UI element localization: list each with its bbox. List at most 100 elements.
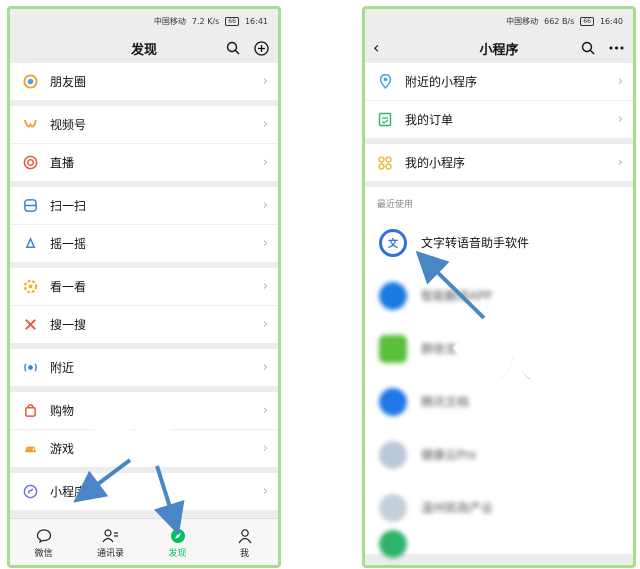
shopping-icon: [22, 403, 38, 419]
menu-item-label: 摇一摇: [50, 237, 87, 251]
menu-group: 视频号 › 直播 ›: [10, 106, 278, 181]
recent-item[interactable]: [365, 530, 633, 558]
tab-chats[interactable]: 微信: [10, 519, 77, 565]
menu-item-label: 直播: [50, 156, 75, 170]
app-logo: [379, 530, 407, 558]
app-logo: [379, 493, 407, 522]
status-bar: 中国移动 7.2 K/s 66 16:41: [10, 9, 278, 33]
annotation-click: 点击: [91, 394, 176, 442]
menu-item-shake[interactable]: 摇一摇 ›: [10, 224, 278, 262]
app-logo: [379, 387, 407, 416]
menu-group: 小程序 ›: [10, 473, 278, 510]
chat-icon: [36, 526, 52, 546]
mini-programs-screen: 中国移动 662 B/s 66 16:40 ‹ 小程序 附近的小程序 › 我的订…: [362, 6, 636, 568]
chevron-right-icon: ›: [262, 236, 268, 251]
chevron-right-icon: ›: [262, 155, 268, 170]
carrier-label: 中国移动: [153, 16, 186, 26]
recent-item[interactable]: 健康云Pro: [365, 428, 633, 481]
recent-item-label: 健康云Pro: [421, 448, 477, 462]
chevron-right-icon: ›: [262, 74, 268, 89]
annotation-enter: 进入: [451, 342, 536, 390]
discover-icon: [170, 526, 186, 546]
menu-group: 我的小程序 ›: [365, 144, 633, 181]
chevron-right-icon: ›: [617, 112, 623, 127]
recent-item[interactable]: 智能翻译APP: [365, 269, 633, 322]
carrier-label: 中国移动: [506, 16, 539, 26]
clock: 16:40: [599, 16, 623, 26]
menu-group: 朋友圈 ›: [10, 63, 278, 100]
app-logo: [379, 281, 407, 310]
chevron-right-icon: ›: [262, 484, 268, 499]
tab-label: 我: [239, 548, 249, 559]
search-icon[interactable]: [579, 39, 597, 57]
me-icon: [237, 526, 253, 546]
menu-item-label: 附近的小程序: [405, 75, 478, 89]
chevron-right-icon: ›: [262, 198, 268, 213]
app-logo: [379, 440, 407, 469]
discover-screen: 中国移动 7.2 K/s 66 16:41 发现 朋友圈 › 视频号 › 直播 …: [7, 6, 281, 568]
recent-item[interactable]: 温州民政产业: [365, 481, 633, 534]
page-title: 发现: [130, 42, 157, 58]
chevron-right-icon: ›: [262, 117, 268, 132]
top-stories-icon: [22, 279, 38, 295]
chevron-right-icon: ›: [262, 403, 268, 418]
tab-label: 微信: [34, 548, 53, 559]
chevron-right-icon: ›: [262, 441, 268, 456]
recent-item-label: 文字转语音助手软件: [421, 236, 530, 250]
status-bar: 中国移动 662 B/s 66 16:40: [365, 9, 633, 33]
tts-app-logo: 文: [379, 228, 407, 257]
menu-item-label: 游戏: [50, 442, 75, 456]
recent-item-label: 温州民政产业: [421, 501, 494, 515]
recent-item-label: 智能翻译APP: [421, 289, 492, 303]
menu-item-label: 朋友圈: [50, 75, 87, 89]
back-icon[interactable]: ‹: [373, 38, 379, 57]
tab-discover[interactable]: 发现: [144, 519, 211, 565]
moments-icon: [22, 74, 38, 90]
menu-item-label: 我的小程序: [405, 156, 466, 170]
chevron-right-icon: ›: [262, 360, 268, 375]
menu-item-my-mini-programs[interactable]: 我的小程序 ›: [365, 144, 633, 181]
menu-item-channels[interactable]: 视频号 ›: [10, 106, 278, 143]
menu-item-scan[interactable]: 扫一扫 ›: [10, 187, 278, 224]
recent-item-label: 腾讯文档: [421, 395, 470, 409]
menu-group: 附近的小程序 › 我的订单 ›: [365, 63, 633, 138]
network-speed: 7.2 K/s: [191, 16, 220, 26]
chevron-right-icon: ›: [617, 155, 623, 170]
contacts-icon: [102, 526, 119, 546]
menu-item-my-orders[interactable]: 我的订单 ›: [365, 100, 633, 138]
menu-item-label: 看一看: [50, 280, 87, 294]
tab-label: 发现: [168, 548, 187, 559]
menu-item-search[interactable]: 搜一搜 ›: [10, 305, 278, 343]
more-icon[interactable]: [607, 39, 625, 57]
recent-item-tts[interactable]: 文 文字转语音助手软件: [365, 216, 633, 269]
app-logo: [379, 334, 407, 363]
tab-label: 通讯录: [96, 548, 124, 559]
top-bar: 发现: [10, 33, 278, 63]
menu-group: 附近 ›: [10, 349, 278, 386]
order-icon: [377, 112, 393, 128]
menu-item-label: 我的订单: [405, 113, 454, 127]
network-speed: 662 B/s: [544, 16, 575, 26]
add-icon[interactable]: [252, 39, 270, 57]
menu-item-mini-programs[interactable]: 小程序 ›: [10, 473, 278, 510]
menu-item-nearby[interactable]: 附近 ›: [10, 349, 278, 386]
nearby-icon: [22, 360, 38, 376]
menu-item-label: 购物: [50, 404, 75, 418]
tab-me[interactable]: 我: [211, 519, 278, 565]
menu-item-top-stories[interactable]: 看一看 ›: [10, 268, 278, 305]
menu-item-moments[interactable]: 朋友圈 ›: [10, 63, 278, 100]
menu-item-live[interactable]: 直播 ›: [10, 143, 278, 181]
battery-indicator: 66: [580, 16, 594, 26]
menu-item-label: 小程序: [50, 485, 87, 499]
tab-contacts[interactable]: 通讯录: [77, 519, 144, 565]
channels-icon: [22, 117, 38, 133]
games-icon: [22, 441, 38, 457]
chevron-right-icon: ›: [262, 317, 268, 332]
menu-item-nearby-mini-programs[interactable]: 附近的小程序 ›: [365, 63, 633, 100]
live-icon: [22, 155, 38, 171]
scan-icon: [22, 198, 38, 214]
page-title: 小程序: [479, 42, 519, 58]
battery-indicator: 66: [225, 16, 239, 26]
top-bar: ‹ 小程序: [365, 33, 633, 63]
search-icon[interactable]: [224, 39, 242, 57]
